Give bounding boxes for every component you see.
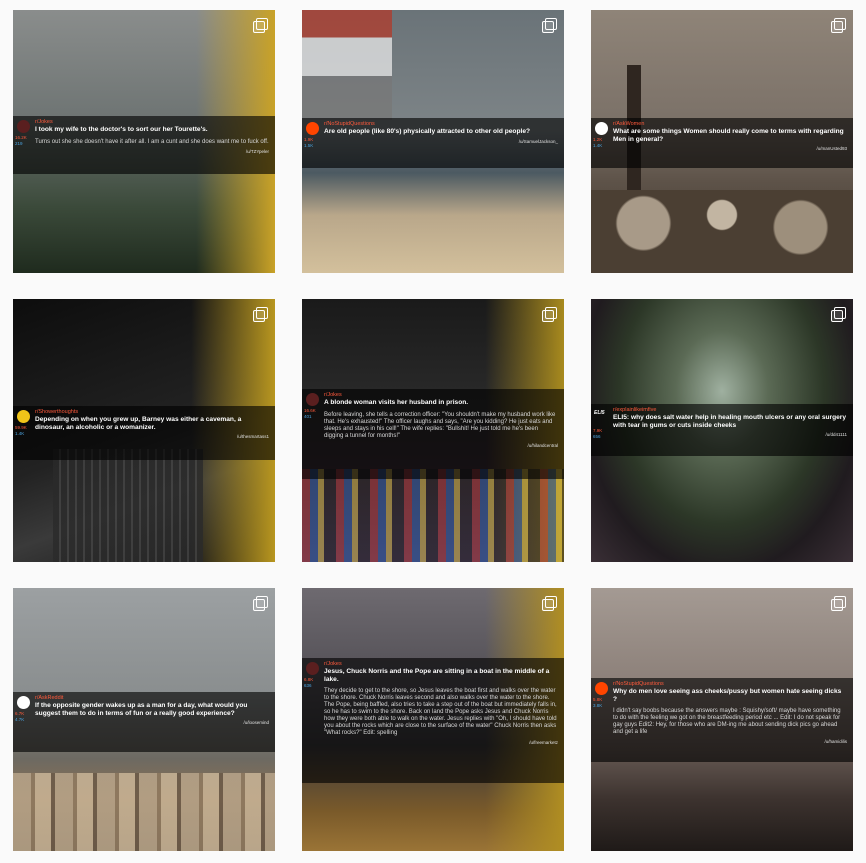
comment-count: 636	[304, 683, 312, 688]
vote-counts: 6.8K 636	[304, 677, 313, 689]
post-title: A blonde woman visits her husband in pri…	[324, 399, 469, 406]
post-tile-4[interactable]: 59.9K 1.4K r/Showerthoughts Depending on…	[13, 299, 275, 562]
reddit-post-card: 1.9K 1.5K r/NoStupidQuestions Are old pe…	[302, 118, 564, 168]
post-title: ELI5: why does salt water help in healin…	[613, 414, 847, 429]
vote-counts: 16.2K 219	[15, 135, 27, 147]
post-tile-9[interactable]: 5.8K 3.8K r/NoStupidQuestions Why do men…	[591, 588, 853, 851]
subreddit-avatar-icon	[306, 122, 319, 135]
reddit-post-card: 59.9K 1.4K r/Showerthoughts Depending on…	[13, 406, 275, 460]
subreddit-name: r/AskWomen	[613, 121, 645, 127]
post-body: They decide to get to the shore, so Jesu…	[324, 688, 557, 737]
carousel-icon	[831, 596, 846, 611]
post-title: Why do men love seeing ass cheeks/pussy …	[613, 688, 842, 703]
carousel-icon	[253, 596, 268, 611]
subreddit-name: r/NoStupidQuestions	[324, 121, 375, 127]
vote-counts: 16.6K 401	[304, 408, 316, 420]
carousel-icon	[542, 307, 557, 322]
comment-count: 401	[304, 414, 312, 419]
post-title: What are some things Women should really…	[613, 128, 844, 143]
subreddit-avatar-icon	[17, 696, 30, 709]
post-title: Jesus, Chuck Norris and the Pope are sit…	[324, 668, 550, 683]
carousel-icon	[542, 18, 557, 33]
subreddit-avatar-icon	[595, 122, 608, 135]
post-author: /u/TZYpeler	[245, 148, 269, 154]
post-author: /u/SamuelJackson_	[518, 138, 558, 144]
comment-count: 1.4K	[15, 431, 25, 436]
post-author: /u/dd41111	[825, 432, 847, 438]
buildings-shape	[13, 773, 275, 851]
subreddit-avatar-icon	[595, 682, 608, 695]
carousel-icon	[253, 18, 268, 33]
post-tile-7[interactable]: 6.7K 4.7K r/AskReddit If the opposite ge…	[13, 588, 275, 851]
post-tile-2[interactable]: 1.9K 1.5K r/NoStupidQuestions Are old pe…	[302, 10, 564, 273]
post-tile-1[interactable]: 16.2K 219 r/Jokes I took my wife to the …	[13, 10, 275, 273]
carousel-icon	[831, 18, 846, 33]
subreddit-name: r/NoStupidQuestions	[613, 681, 664, 687]
comment-count: 4.7K	[15, 717, 25, 722]
reddit-post-card: 6.8K 636 r/Jokes Jesus, Chuck Norris and…	[302, 658, 564, 783]
carousel-icon	[542, 596, 557, 611]
carousel-icon	[831, 307, 846, 322]
post-author: /u/hamidilis	[824, 739, 847, 745]
subreddit-name: r/Jokes	[35, 119, 53, 125]
subreddit-name: r/Showerthoughts	[35, 409, 79, 415]
subreddit-avatar-icon	[306, 393, 319, 406]
carousel-icon	[253, 307, 268, 322]
vote-counts: 1.2K 1.4K	[593, 137, 602, 149]
post-tile-6[interactable]: ELI5 7.9K 656 r/explainlikeimfive ELI5: …	[591, 299, 853, 562]
subreddit-name: r/AskReddit	[35, 695, 64, 701]
post-tile-3[interactable]: 1.2K 1.4K r/AskWomen What are some thing…	[591, 10, 853, 273]
vote-counts: 7.9K 656	[593, 428, 602, 440]
subreddit-avatar-icon	[17, 120, 30, 133]
lifeguard-tower-shape	[302, 10, 392, 120]
subreddit-avatar-icon	[17, 410, 30, 423]
comment-count: 3.8K	[593, 703, 603, 708]
post-body: Before leaving, she tells a correction o…	[324, 411, 556, 439]
reddit-post-card: ELI5 7.9K 656 r/explainlikeimfive ELI5: …	[591, 404, 853, 456]
post-author: /u/hilandcentral	[527, 442, 558, 448]
post-author: /u/freemarketz	[529, 740, 558, 746]
post-body: Turns out she she doesn't have it after …	[35, 138, 269, 145]
post-title: Are old people (like 80's) physically at…	[324, 128, 531, 135]
post-tile-8[interactable]: 6.8K 636 r/Jokes Jesus, Chuck Norris and…	[302, 588, 564, 851]
subreddit-name: r/Jokes	[324, 392, 342, 398]
post-body: I didn't say boobs because the answers m…	[613, 708, 841, 736]
vote-counts: 6.7K 4.7K	[15, 711, 24, 723]
reddit-post-card: 5.8K 3.8K r/NoStupidQuestions Why do men…	[591, 678, 853, 762]
city-lights-shape	[302, 469, 564, 562]
reddit-post-card: 1.2K 1.4K r/AskWomen What are some thing…	[591, 118, 853, 168]
subreddit-avatar-icon	[306, 662, 319, 675]
vote-counts: 5.8K 3.8K	[593, 697, 602, 709]
vote-counts: 1.9K 1.5K	[304, 137, 313, 149]
comment-count: 219	[15, 141, 23, 146]
skyscraper-shape	[53, 449, 203, 562]
comment-count: 656	[593, 434, 601, 439]
reddit-post-card: 16.2K 219 r/Jokes I took my wife to the …	[13, 116, 275, 174]
vote-counts: 59.9K 1.4K	[15, 425, 27, 437]
subreddit-name: r/Jokes	[324, 661, 342, 667]
post-author: /u/manUsted93	[816, 146, 847, 152]
post-title: Depending on when you grew up, Barney wa…	[35, 416, 242, 431]
post-title: I took my wife to the doctor's to sort o…	[35, 126, 208, 133]
reddit-post-card: 16.6K 401 r/Jokes A blonde woman visits …	[302, 389, 564, 479]
rocks-shape	[591, 190, 853, 273]
comment-count: 1.5K	[304, 143, 314, 148]
reddit-post-card: 6.7K 4.7K r/AskReddit If the opposite ge…	[13, 692, 275, 752]
post-tile-5[interactable]: 16.6K 401 r/Jokes A blonde woman visits …	[302, 299, 564, 562]
post-author: /u/thesmartass1	[236, 434, 269, 440]
comment-count: 1.4K	[593, 143, 603, 148]
eli5-badge: ELI5	[594, 410, 605, 416]
post-title: If the opposite gender wakes up as a man…	[35, 702, 248, 717]
subreddit-name: r/explainlikeimfive	[613, 407, 657, 413]
post-author: /u/loosemind	[243, 720, 269, 726]
